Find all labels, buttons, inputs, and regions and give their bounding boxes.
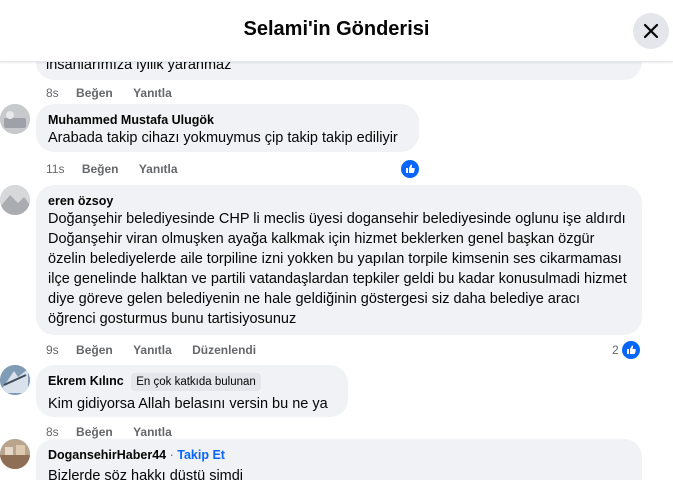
dialog-title: Selami'in Gönderisi <box>243 18 430 40</box>
reaction-count: 2 <box>612 343 619 357</box>
reply-button[interactable]: Yanıtla <box>133 86 172 100</box>
like-button[interactable]: Beğen <box>76 343 113 357</box>
comment-bubble: Muhammed Mustafa Ulugök Arabada takip ci… <box>36 104 419 152</box>
avatar-photo-icon <box>0 439 30 469</box>
comment-actions: 9s Beğen Yanıtla Düzenlendi <box>46 343 273 357</box>
comment-bubble: Ekrem Kılınc En çok katkıda bulunan Kim … <box>36 365 348 417</box>
avatar-photo-icon <box>0 185 30 215</box>
comment-text: Kim gidiyorsa Allah belasını versin bu n… <box>48 396 328 412</box>
comments-list: insanlarımıza iyilik yaranmaz 8s Beğen Y… <box>0 62 673 480</box>
comment-time[interactable]: 9s <box>46 343 59 357</box>
like-icon <box>621 341 640 359</box>
avatar[interactable] <box>0 439 30 469</box>
avatar[interactable] <box>0 185 30 215</box>
reply-button[interactable]: Yanıtla <box>139 162 178 176</box>
avatar[interactable] <box>0 104 30 134</box>
avatar-photo-icon <box>0 365 30 395</box>
post-dialog-header: Selami'in Gönderisi <box>0 0 673 62</box>
comment-author[interactable]: eren özsoy <box>48 193 630 209</box>
comment-author[interactable]: Muhammed Mustafa Ulugök <box>48 112 407 128</box>
comment-actions: 8s Beğen Yanıtla <box>46 86 189 100</box>
comment-text: Doğanşehir belediyesinde CHP li meclis ü… <box>48 211 627 327</box>
comment-bubble: insanlarımıza iyilik yaranmaz <box>36 62 642 80</box>
close-button[interactable] <box>633 13 669 49</box>
top-contributor-badge[interactable]: En çok katkıda bulunan <box>131 373 261 391</box>
comment-bubble: eren özsoy Doğanşehir belediyesinde CHP … <box>36 185 642 335</box>
comment-author-row: Ekrem Kılınc En çok katkıda bulunan <box>48 373 336 391</box>
comment-author[interactable]: Ekrem Kılınc <box>48 374 124 388</box>
comment-time[interactable]: 8s <box>46 86 59 100</box>
like-button[interactable]: Beğen <box>76 425 113 439</box>
like-button[interactable]: Beğen <box>76 86 113 100</box>
reaction-summary[interactable]: 2 <box>612 341 640 359</box>
avatar[interactable] <box>0 365 30 395</box>
avatar-photo-icon <box>0 104 30 134</box>
comment-actions: 11s Beğen Yanıtla <box>46 162 195 176</box>
reply-button[interactable]: Yanıtla <box>133 343 172 357</box>
comment-author-row: DogansehirHaber44 · Takip Et <box>48 447 630 463</box>
edited-label[interactable]: Düzenlendi <box>192 343 256 357</box>
close-icon <box>643 23 659 39</box>
comment-time[interactable]: 11s <box>46 162 64 176</box>
reply-button[interactable]: Yanıtla <box>133 425 172 439</box>
comment-time[interactable]: 8s <box>46 425 59 439</box>
comment-text: insanlarımıza iyilik yaranmaz <box>46 62 232 73</box>
comment-actions: 8s Beğen Yanıtla <box>46 425 189 439</box>
comment-bubble: DogansehirHaber44 · Takip Et Bizlerde sö… <box>36 439 642 480</box>
comment-text: Arabada takip cihazı yokmuymus çip takip… <box>48 130 398 146</box>
separator-dot: · <box>169 448 174 462</box>
reaction-summary[interactable] <box>401 160 419 178</box>
like-icon <box>401 160 419 178</box>
follow-button[interactable]: Takip Et <box>177 448 225 462</box>
comment-text: Bizlerde söz hakkı düştü şimdi <box>48 468 244 480</box>
comment-author[interactable]: DogansehirHaber44 <box>48 448 166 462</box>
like-button[interactable]: Beğen <box>82 162 119 176</box>
